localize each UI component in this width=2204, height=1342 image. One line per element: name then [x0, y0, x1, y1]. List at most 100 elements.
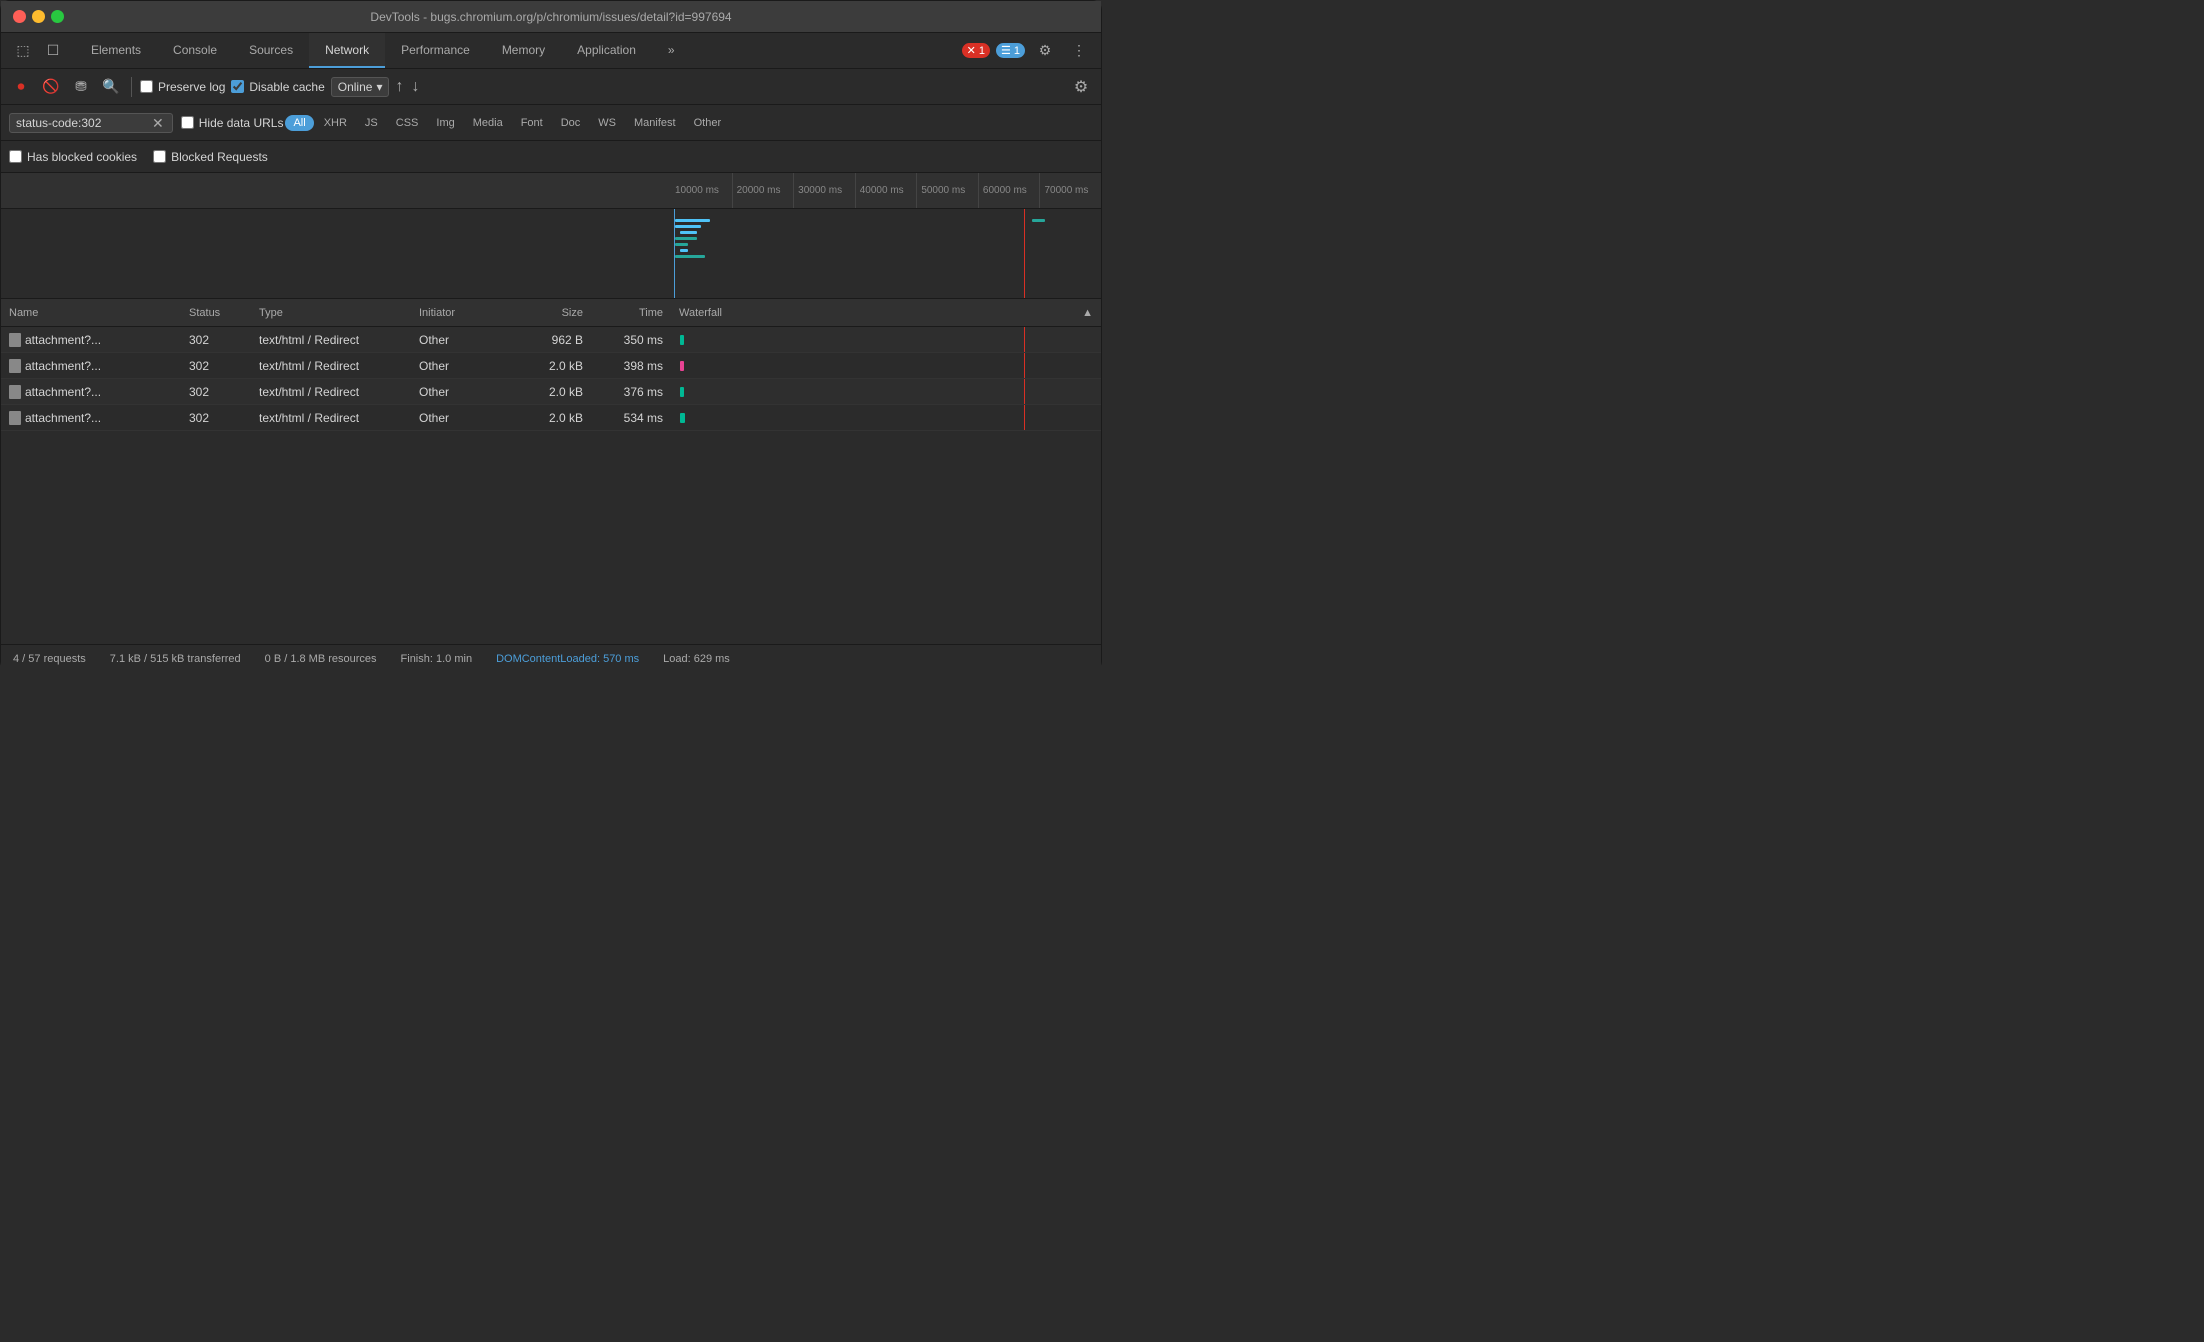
has-blocked-cookies-input[interactable] — [9, 150, 22, 163]
settings-icon[interactable]: ⚙ — [1031, 37, 1059, 65]
timeline-tick-area: 10000 ms 20000 ms 30000 ms 40000 ms 5000… — [671, 173, 1101, 208]
file-icon — [9, 359, 21, 373]
row4-time: 534 ms — [591, 411, 671, 425]
device-icon[interactable]: ☐ — [39, 37, 67, 65]
record-button[interactable]: ⏺ — [9, 75, 33, 99]
sort-icon: ▲ — [1082, 307, 1093, 319]
table-row[interactable]: attachment?... 302 text/html / Redirect … — [1, 405, 1101, 431]
filter-bar: ✕ Hide data URLs All XHR JS CSS Img Medi… — [1, 105, 1101, 141]
filter-img[interactable]: Img — [428, 115, 462, 131]
th-time[interactable]: Time — [591, 307, 671, 319]
traffic-lights — [13, 10, 64, 23]
mini-bar-3 — [680, 231, 697, 234]
row3-waterfall — [671, 379, 1101, 404]
filter-css[interactable]: CSS — [388, 115, 427, 131]
filter-search-box[interactable]: ✕ — [9, 113, 173, 133]
table-row[interactable]: attachment?... 302 text/html / Redirect … — [1, 353, 1101, 379]
th-size[interactable]: Size — [511, 307, 591, 319]
filter-media[interactable]: Media — [465, 115, 511, 131]
waterfall-overview — [1, 209, 1101, 299]
chart-initiator-spacer — [411, 209, 511, 298]
th-waterfall[interactable]: Waterfall ▲ — [671, 307, 1101, 319]
filter-ws[interactable]: WS — [590, 115, 624, 131]
filter-doc[interactable]: Doc — [553, 115, 589, 131]
filter-icon[interactable]: ⛃ — [69, 75, 93, 99]
filter-other[interactable]: Other — [686, 115, 730, 131]
mini-bar-2 — [675, 225, 701, 228]
th-status[interactable]: Status — [181, 307, 251, 319]
file-icon — [9, 385, 21, 399]
tab-application[interactable]: Application — [561, 33, 652, 68]
disable-cache-input[interactable] — [231, 80, 244, 93]
devtools-icons: ⬚ ☐ — [9, 33, 67, 68]
tab-more[interactable]: » — [652, 33, 691, 68]
tab-performance[interactable]: Performance — [385, 33, 486, 68]
tick-40000: 40000 ms — [855, 173, 917, 208]
tick-60000: 60000 ms — [978, 173, 1040, 208]
minimize-button[interactable] — [32, 10, 45, 23]
row1-type: text/html / Redirect — [251, 333, 411, 347]
waterfall-red-line-3 — [1024, 379, 1025, 404]
preserve-log-checkbox[interactable]: Preserve log — [140, 80, 225, 94]
filter-all[interactable]: All — [285, 115, 313, 131]
th-initiator[interactable]: Initiator — [411, 307, 511, 319]
clear-button[interactable]: 🚫 — [39, 75, 63, 99]
has-blocked-cookies-checkbox[interactable]: Has blocked cookies — [9, 150, 137, 164]
upload-icon[interactable]: ↑ — [395, 78, 403, 96]
download-icon[interactable]: ↓ — [411, 78, 419, 96]
table-body: attachment?... 302 text/html / Redirect … — [1, 327, 1101, 644]
row1-waterfall — [671, 327, 1101, 352]
tick-70000: 70000 ms — [1039, 173, 1101, 208]
more-options-icon[interactable]: ⋮ — [1065, 37, 1093, 65]
waterfall-label: Waterfall — [679, 307, 722, 319]
tab-network[interactable]: Network — [309, 33, 385, 68]
filter-js[interactable]: JS — [357, 115, 386, 131]
disable-cache-checkbox[interactable]: Disable cache — [231, 80, 324, 94]
waterfall-bar-1 — [680, 335, 684, 345]
network-settings-icon[interactable]: ⚙ — [1069, 75, 1093, 99]
row2-size: 2.0 kB — [511, 359, 591, 373]
throttle-select[interactable]: Online ▾ — [331, 77, 390, 97]
maximize-button[interactable] — [51, 10, 64, 23]
finish-time: Finish: 1.0 min — [401, 653, 473, 665]
blocked-requests-input[interactable] — [153, 150, 166, 163]
warning-badge[interactable]: ☰ 1 — [996, 43, 1025, 58]
title-bar: DevTools - bugs.chromium.org/p/chromium/… — [1, 1, 1101, 33]
clear-filter-button[interactable]: ✕ — [150, 116, 166, 130]
mini-bar-6 — [680, 249, 689, 252]
chart-size-spacer — [511, 209, 591, 298]
chevron-down-icon: ▾ — [376, 80, 382, 94]
th-name[interactable]: Name — [1, 307, 181, 319]
window-title: DevTools - bugs.chromium.org/p/chromium/… — [370, 10, 731, 24]
row3-size: 2.0 kB — [511, 385, 591, 399]
hide-data-urls-input[interactable] — [181, 116, 194, 129]
filter-xhr[interactable]: XHR — [316, 115, 355, 131]
resources-size: 0 B / 1.8 MB resources — [265, 653, 377, 665]
blocked-requests-checkbox[interactable]: Blocked Requests — [153, 150, 268, 164]
table-row[interactable]: attachment?... 302 text/html / Redirect … — [1, 379, 1101, 405]
preserve-log-input[interactable] — [140, 80, 153, 93]
row1-name: attachment?... — [1, 333, 181, 347]
close-button[interactable] — [13, 10, 26, 23]
toolbar: ⏺ 🚫 ⛃ 🔍 Preserve log Disable cache Onlin… — [1, 69, 1101, 105]
search-icon[interactable]: 🔍 — [99, 75, 123, 99]
blocked-row: Has blocked cookies Blocked Requests — [1, 141, 1101, 173]
row3-initiator: Other — [411, 385, 511, 399]
tab-sources[interactable]: Sources — [233, 33, 309, 68]
cursor-icon[interactable]: ⬚ — [9, 37, 37, 65]
waterfall-red-line-4 — [1024, 405, 1025, 430]
table-row[interactable]: attachment?... 302 text/html / Redirect … — [1, 327, 1101, 353]
row4-size: 2.0 kB — [511, 411, 591, 425]
row4-type: text/html / Redirect — [251, 411, 411, 425]
tab-memory[interactable]: Memory — [486, 33, 561, 68]
filter-manifest[interactable]: Manifest — [626, 115, 684, 131]
row1-initiator: Other — [411, 333, 511, 347]
filter-input[interactable] — [16, 116, 146, 130]
th-type[interactable]: Type — [251, 307, 411, 319]
tab-console[interactable]: Console — [157, 33, 233, 68]
error-badge[interactable]: ✕ 1 — [962, 43, 990, 58]
hide-data-urls-checkbox[interactable]: Hide data URLs — [181, 116, 284, 130]
blocked-requests-label: Blocked Requests — [171, 150, 268, 164]
filter-font[interactable]: Font — [513, 115, 551, 131]
tab-elements[interactable]: Elements — [75, 33, 157, 68]
